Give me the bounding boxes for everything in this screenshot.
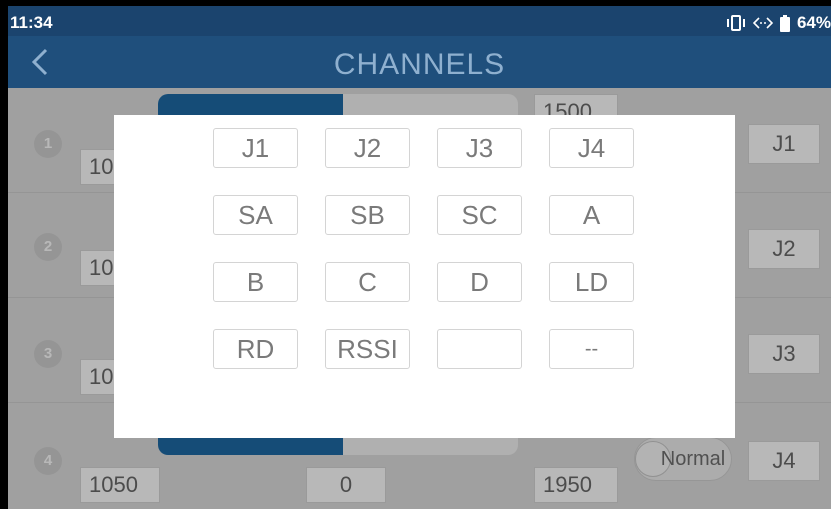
status-bar: 11:34 64%: [8, 6, 831, 36]
status-time: 11:34: [10, 13, 53, 32]
source-option[interactable]: A: [549, 195, 634, 235]
source-option-none[interactable]: --: [549, 329, 634, 369]
channel-source-dialog: J1 J2 J3 J4 SA SB SC A B C D LD RD RSSI …: [114, 115, 735, 438]
data-transfer-icon: [752, 16, 773, 30]
source-options-grid: J1 J2 J3 J4 SA SB SC A B C D LD RD RSSI …: [213, 128, 634, 369]
source-option[interactable]: SB: [325, 195, 410, 235]
source-option[interactable]: J4: [549, 128, 634, 168]
source-option[interactable]: SA: [213, 195, 298, 235]
source-option-empty[interactable]: [437, 329, 522, 369]
source-option[interactable]: SC: [437, 195, 522, 235]
source-option[interactable]: D: [437, 262, 522, 302]
source-option[interactable]: B: [213, 262, 298, 302]
source-option[interactable]: LD: [549, 262, 634, 302]
source-option[interactable]: J1: [213, 128, 298, 168]
status-icons: 64%: [726, 13, 831, 33]
app-bar: CHANNELS: [8, 36, 831, 88]
source-option[interactable]: RD: [213, 329, 298, 369]
battery-percent: 64%: [796, 13, 831, 32]
screen: 11:34 64% CHANNELS 1 10 1500 J1 2 10 J2 …: [8, 6, 831, 509]
vibrate-icon: [726, 15, 746, 31]
battery-icon: [779, 14, 790, 32]
source-option[interactable]: RSSI: [325, 329, 410, 369]
source-option[interactable]: C: [325, 262, 410, 302]
page-title: CHANNELS: [333, 48, 506, 81]
source-option[interactable]: J2: [325, 128, 410, 168]
source-option[interactable]: J3: [437, 128, 522, 168]
